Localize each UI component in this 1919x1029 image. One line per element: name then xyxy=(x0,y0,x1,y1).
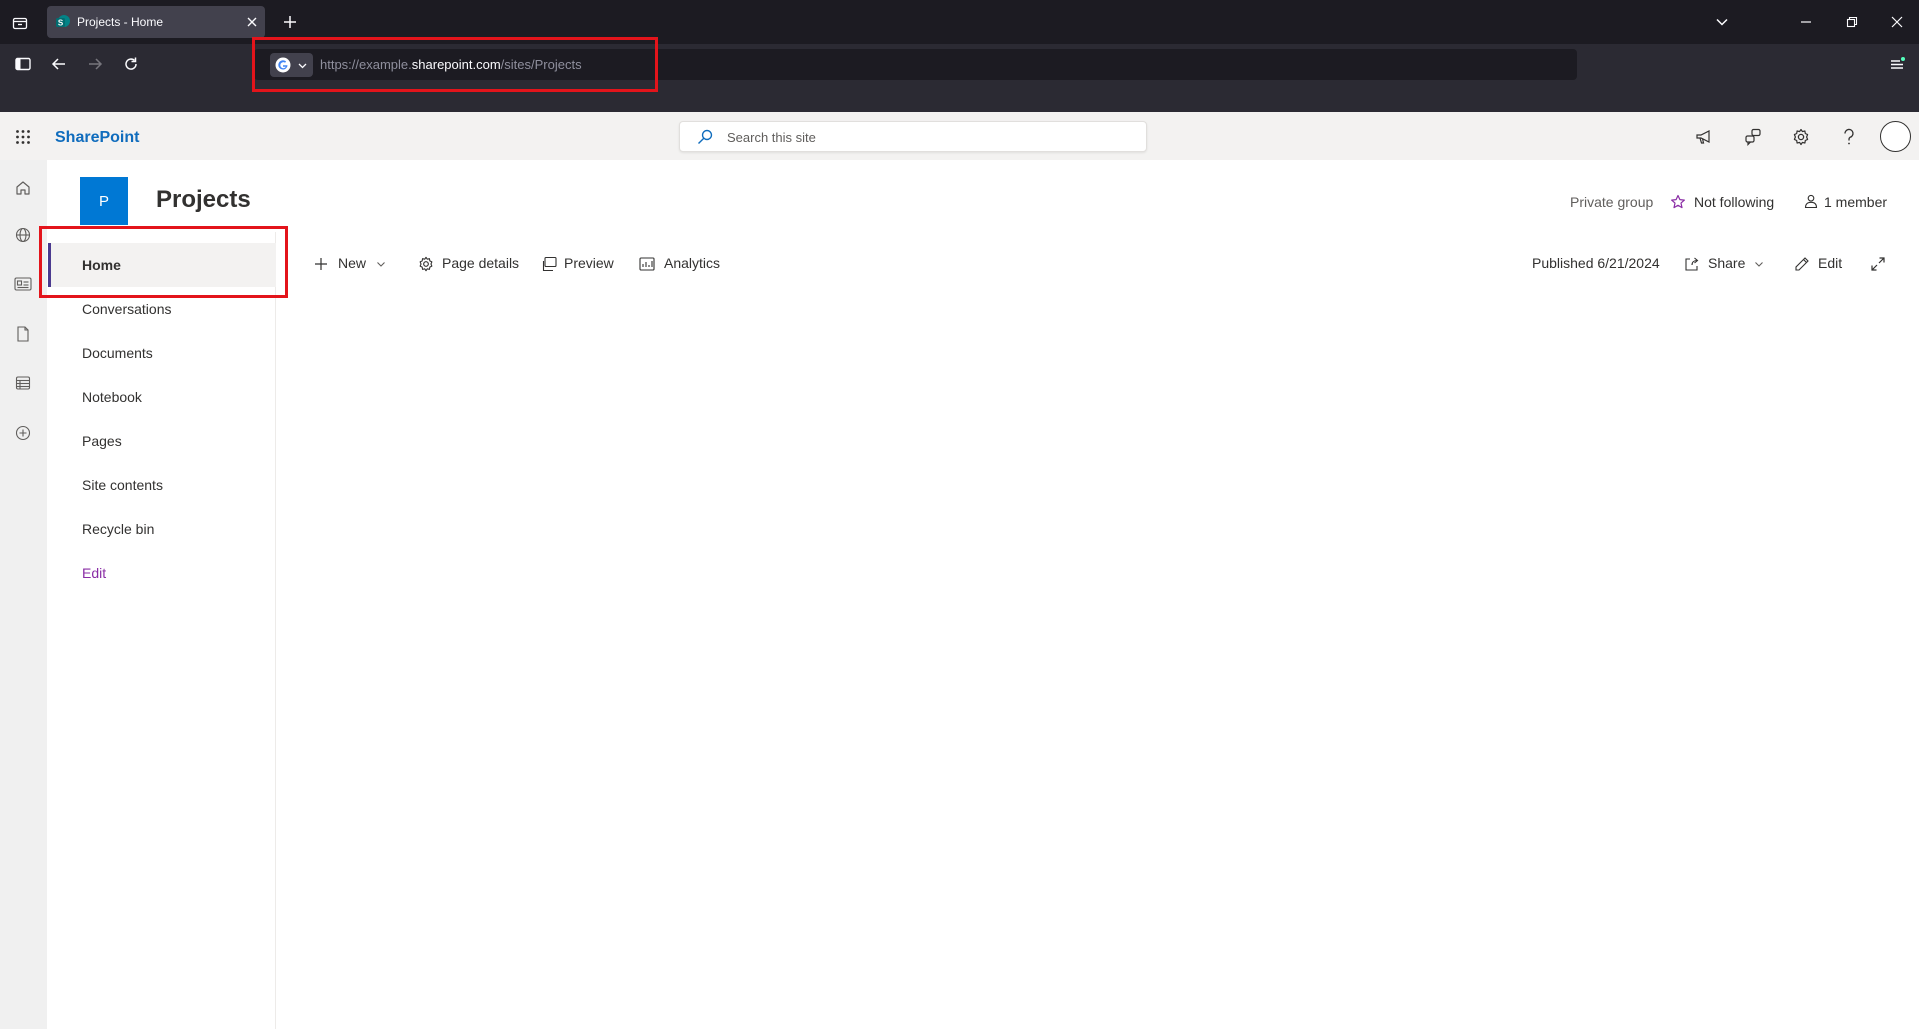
browser-tab[interactable]: S Projects - Home xyxy=(47,6,265,38)
search-engine-selector[interactable] xyxy=(270,53,313,77)
tab-manager-icon[interactable] xyxy=(10,13,30,33)
settings-gear-icon[interactable] xyxy=(1790,126,1812,148)
sharepoint-brand-link[interactable]: SharePoint xyxy=(55,129,139,147)
chevron-down-icon[interactable] xyxy=(374,257,388,271)
star-icon[interactable] xyxy=(1669,193,1687,211)
nav-item-label: Pages xyxy=(82,433,122,449)
nav-item-pages[interactable]: Pages xyxy=(48,419,275,463)
minimize-icon[interactable] xyxy=(1796,12,1816,32)
url-host: sharepoint.com xyxy=(411,57,501,72)
avatar[interactable] xyxy=(1880,121,1911,152)
nav-item-label: Conversations xyxy=(82,301,172,317)
nav-item-label: Notebook xyxy=(82,389,142,405)
megaphone-icon[interactable] xyxy=(1693,127,1715,147)
chevron-down-icon[interactable] xyxy=(1752,257,1766,271)
search-placeholder: Search this site xyxy=(727,130,816,145)
sharepoint-favicon-icon: S xyxy=(55,14,71,30)
lists-icon[interactable] xyxy=(12,372,34,394)
sidebar-toggle-icon[interactable] xyxy=(13,54,33,74)
site-title[interactable]: Projects xyxy=(156,186,251,214)
share-feedback-icon[interactable] xyxy=(1742,126,1764,148)
nav-item-documents[interactable]: Documents xyxy=(48,331,275,375)
forward-icon[interactable] xyxy=(85,54,105,74)
new-tab-icon[interactable] xyxy=(280,12,300,32)
share-icon[interactable] xyxy=(1683,255,1701,273)
nav-item-label: Home xyxy=(82,257,121,273)
analytics-icon[interactable] xyxy=(638,255,656,273)
create-add-icon[interactable] xyxy=(12,422,34,444)
restore-icon[interactable] xyxy=(1842,12,1862,32)
nav-item-recycle-bin[interactable]: Recycle bin xyxy=(48,507,275,551)
nav-edit-label: Edit xyxy=(82,565,107,581)
preview-icon[interactable] xyxy=(541,255,559,273)
expand-icon[interactable] xyxy=(1869,255,1887,273)
url-prefix: https://example. xyxy=(320,57,412,72)
reload-icon[interactable] xyxy=(121,54,141,74)
file-icon[interactable] xyxy=(12,323,34,345)
edit-button[interactable]: Edit xyxy=(1818,255,1842,271)
nav-item-label: Site contents xyxy=(82,477,163,493)
menu-icon[interactable] xyxy=(1887,54,1907,74)
nav-item-notebook[interactable]: Notebook xyxy=(48,375,275,419)
pencil-icon[interactable] xyxy=(1793,255,1811,273)
published-status: Published 6/21/2024 xyxy=(1532,255,1660,271)
globe-icon[interactable] xyxy=(12,224,34,246)
app-launcher-icon[interactable] xyxy=(12,126,34,148)
home-icon[interactable] xyxy=(12,177,34,199)
svg-text:S: S xyxy=(58,19,64,28)
preview-button[interactable]: Preview xyxy=(564,255,614,271)
chevron-down-icon xyxy=(297,60,307,70)
nav-edit-link[interactable]: Edit xyxy=(48,551,275,595)
share-button[interactable]: Share xyxy=(1708,255,1745,271)
news-icon[interactable] xyxy=(12,273,34,295)
plus-icon[interactable] xyxy=(312,255,330,273)
url-path: /sites/Projects xyxy=(500,57,582,72)
nav-item-site-contents[interactable]: Site contents xyxy=(48,463,275,507)
close-window-icon[interactable] xyxy=(1887,12,1907,32)
google-icon xyxy=(275,57,291,73)
privacy-label: Private group xyxy=(1570,194,1654,210)
url-text[interactable]: https://example.sharepoint.com/sites/Pro… xyxy=(320,57,582,72)
site-logo[interactable]: P xyxy=(80,177,128,225)
help-icon[interactable] xyxy=(1838,126,1860,148)
list-all-tabs-icon[interactable] xyxy=(1712,12,1732,32)
page-details-button[interactable]: Page details xyxy=(442,255,519,271)
members-button[interactable]: 1 member xyxy=(1824,194,1887,210)
gear-icon[interactable] xyxy=(417,255,435,273)
person-icon xyxy=(1803,193,1819,209)
nav-item-conversations[interactable]: Conversations xyxy=(48,287,275,331)
search-icon xyxy=(696,128,714,146)
back-icon[interactable] xyxy=(49,54,69,74)
site-logo-letter: P xyxy=(98,192,109,210)
nav-item-label: Documents xyxy=(82,345,153,361)
analytics-button[interactable]: Analytics xyxy=(664,255,720,271)
tab-title: Projects - Home xyxy=(77,15,164,29)
nav-item-home[interactable]: Home xyxy=(48,243,276,287)
new-button[interactable]: New xyxy=(338,255,366,271)
close-tab-icon[interactable] xyxy=(244,14,260,30)
nav-item-label: Recycle bin xyxy=(82,521,155,537)
follow-button[interactable]: Not following xyxy=(1694,194,1774,210)
